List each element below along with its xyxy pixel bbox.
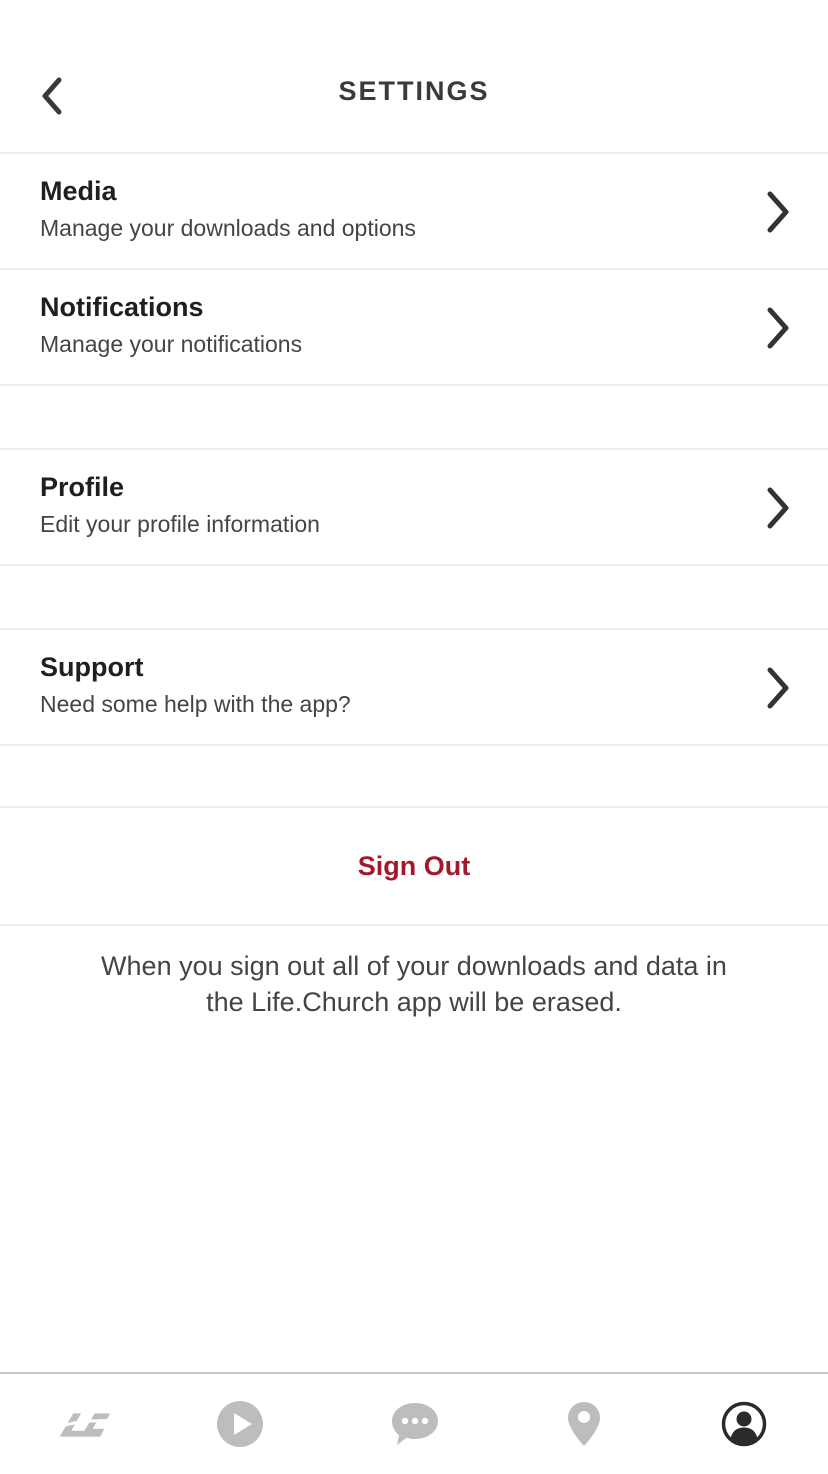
chevron-right-icon: [767, 487, 789, 529]
tab-locations[interactable]: [554, 1396, 614, 1452]
settings-screen: SETTINGS Media Manage your downloads and…: [0, 0, 828, 1474]
section-spacer: [0, 566, 828, 630]
settings-item-media[interactable]: Media Manage your downloads and options: [0, 154, 828, 270]
sign-out-row: Sign Out: [0, 806, 828, 926]
settings-item-subtitle: Manage your downloads and options: [40, 215, 416, 241]
tab-messages[interactable]: [385, 1396, 445, 1452]
tab-profile[interactable]: [714, 1396, 774, 1452]
sign-out-button[interactable]: Sign Out: [358, 851, 470, 882]
play-icon: [217, 1401, 263, 1447]
settings-item-title: Profile: [40, 472, 125, 502]
settings-item-notifications[interactable]: Notifications Manage your notifications: [0, 270, 828, 386]
chevron-right-icon: [767, 307, 789, 349]
chevron-right-icon: [767, 667, 789, 709]
settings-item-subtitle: Edit your profile information: [40, 511, 320, 537]
chat-icon: [392, 1403, 438, 1445]
tab-media[interactable]: [210, 1396, 270, 1452]
profile-icon: [721, 1401, 767, 1447]
header: SETTINGS: [0, 0, 828, 154]
tab-home[interactable]: [52, 1396, 112, 1452]
settings-item-profile[interactable]: Profile Edit your profile information: [0, 450, 828, 566]
chevron-right-icon: [767, 191, 789, 233]
settings-item-title: Notifications: [40, 292, 204, 322]
settings-item-subtitle: Manage your notifications: [40, 331, 303, 357]
lifechurch-logo-icon: [53, 1413, 111, 1437]
section-spacer: [0, 386, 828, 450]
settings-item-subtitle: Need some help with the app?: [40, 691, 351, 717]
page-title: SETTINGS: [338, 76, 490, 106]
settings-item-title: Support: [40, 652, 144, 682]
settings-item-title: Media: [40, 176, 117, 206]
location-pin-icon: [568, 1402, 600, 1446]
sign-out-warning: When you sign out all of your downloads …: [101, 951, 727, 1017]
settings-item-support[interactable]: Support Need some help with the app?: [0, 630, 828, 746]
tab-bar: [0, 1372, 828, 1474]
